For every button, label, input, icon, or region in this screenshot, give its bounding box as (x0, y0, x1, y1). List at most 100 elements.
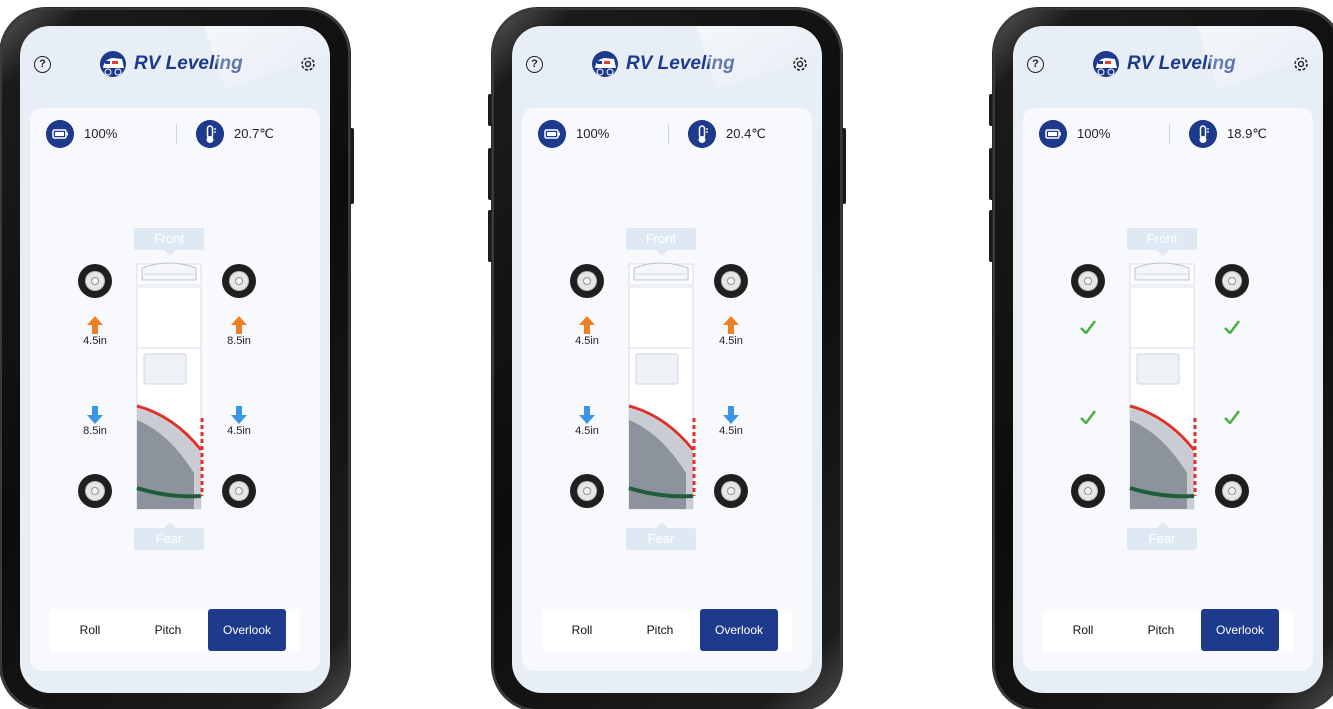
front-label: Front (1127, 228, 1197, 256)
phone-mockup-3: ? RV Leveling 100% 18.9℃ Front Fear Roll… (989, 8, 1333, 709)
app-title: RV Leveling (134, 53, 243, 74)
help-circle-icon[interactable]: ? (1027, 56, 1044, 73)
front-left-wheel (1071, 264, 1105, 298)
tab-overlook[interactable]: Overlook (208, 609, 286, 651)
rv-logo-icon (100, 51, 126, 77)
app-screen: ? RV Leveling (512, 26, 822, 693)
rear-label: Fear (134, 522, 204, 550)
tab-overlook[interactable]: Overlook (700, 609, 778, 651)
app-logo: RV Leveling (1091, 50, 1241, 80)
overlook-diagram: Front (522, 218, 812, 558)
app-title: RV Leveling (1127, 53, 1236, 74)
rear-right-indicator: 4.5in (214, 406, 264, 437)
app-logo: RV Leveling (98, 50, 248, 80)
front-left-value: 4.5in (83, 335, 107, 347)
front-left-value: 4.5in (575, 335, 599, 347)
tab-pitch[interactable]: Pitch (620, 609, 700, 651)
rear-left-indicator: 4.5in (562, 406, 612, 437)
front-right-indicator (1207, 316, 1257, 334)
divider (1169, 124, 1170, 144)
check-icon (1224, 320, 1240, 334)
battery-icon (538, 120, 566, 148)
rv-logo-icon (1093, 51, 1119, 77)
main-panel: 100% 18.9℃ Front Fear Roll Pitch Overloo… (1023, 108, 1313, 671)
divider (176, 124, 177, 144)
gear-icon[interactable] (1291, 54, 1311, 74)
rear-right-wheel (222, 474, 256, 508)
front-left-indicator: 4.5in (70, 316, 120, 347)
battery-value: 100% (576, 126, 610, 141)
overlook-diagram: Front (30, 218, 320, 558)
rv-logo-icon (592, 51, 618, 77)
rear-right-indicator: 4.5in (706, 406, 756, 437)
rear-left-indicator: 8.5in (70, 406, 120, 437)
front-left-wheel (570, 264, 604, 298)
tab-roll[interactable]: Roll (1043, 609, 1123, 651)
front-right-wheel (1215, 264, 1249, 298)
thermometer-icon (1189, 120, 1217, 148)
battery-icon (46, 120, 74, 148)
battery-icon (1039, 120, 1067, 148)
rear-right-wheel (714, 474, 748, 508)
app-header: ? RV Leveling (1013, 46, 1323, 86)
rear-right-indicator (1207, 406, 1257, 424)
arrow-down-icon (231, 406, 247, 424)
view-mode-tabs: Roll Pitch Overlook (1043, 609, 1293, 651)
rear-right-wheel (1215, 474, 1249, 508)
help-circle-icon[interactable]: ? (34, 56, 51, 73)
check-icon (1224, 410, 1240, 424)
rv-top-view (136, 262, 204, 510)
rear-right-value: 4.5in (719, 425, 743, 437)
arrow-down-icon (87, 406, 103, 424)
tab-pitch[interactable]: Pitch (128, 609, 208, 651)
tab-roll[interactable]: Roll (542, 609, 622, 651)
rear-left-value: 8.5in (83, 425, 107, 437)
tab-roll[interactable]: Roll (50, 609, 130, 651)
tab-pitch[interactable]: Pitch (1121, 609, 1201, 651)
arrow-up-icon (231, 316, 247, 334)
front-right-indicator: 8.5in (214, 316, 264, 347)
view-mode-tabs: Roll Pitch Overlook (50, 609, 300, 651)
app-screen: ? RV Leveling (20, 26, 330, 693)
front-label: Front (134, 228, 204, 256)
arrow-down-icon (723, 406, 739, 424)
front-right-value: 4.5in (719, 335, 743, 347)
divider (668, 124, 669, 144)
arrow-up-icon (87, 316, 103, 334)
battery-value: 100% (84, 126, 118, 141)
rear-left-value: 4.5in (575, 425, 599, 437)
check-icon (1080, 320, 1096, 334)
front-label: Front (626, 228, 696, 256)
phone-mockup-1: ? RV Leveling 100% 20.7℃ Front 4.5in 8.5… (0, 8, 354, 709)
rear-label: Fear (626, 522, 696, 550)
tab-overlook[interactable]: Overlook (1201, 609, 1279, 651)
arrow-up-icon (579, 316, 595, 334)
arrow-up-icon (723, 316, 739, 334)
temperature-value: 20.4℃ (726, 126, 766, 141)
front-right-value: 8.5in (227, 335, 251, 347)
gear-icon[interactable] (298, 54, 318, 74)
main-panel: 100% 20.4℃ Front 4.5in 4.5in 4.5in 4.5in… (522, 108, 812, 671)
main-panel: 100% 20.7℃ Front 4.5in 8.5in 8.5in 4.5in… (30, 108, 320, 671)
thermometer-icon (196, 120, 224, 148)
front-left-indicator (1063, 316, 1113, 334)
temperature-value: 20.7℃ (234, 126, 274, 141)
gear-icon[interactable] (790, 54, 810, 74)
front-right-wheel (222, 264, 256, 298)
rear-left-indicator (1063, 406, 1113, 424)
front-left-wheel (78, 264, 112, 298)
front-right-indicator: 4.5in (706, 316, 756, 347)
app-logo: RV Leveling (590, 50, 740, 80)
arrow-down-icon (579, 406, 595, 424)
check-icon (1080, 410, 1096, 424)
rv-top-view (628, 262, 696, 510)
overlook-diagram: Front (1023, 218, 1313, 558)
temperature-value: 18.9℃ (1227, 126, 1267, 141)
rear-right-value: 4.5in (227, 425, 251, 437)
rear-label: Fear (1127, 522, 1197, 550)
rear-left-wheel (570, 474, 604, 508)
rear-left-wheel (1071, 474, 1105, 508)
view-mode-tabs: Roll Pitch Overlook (542, 609, 792, 651)
help-circle-icon[interactable]: ? (526, 56, 543, 73)
app-screen: ? RV Leveling (1013, 26, 1323, 693)
